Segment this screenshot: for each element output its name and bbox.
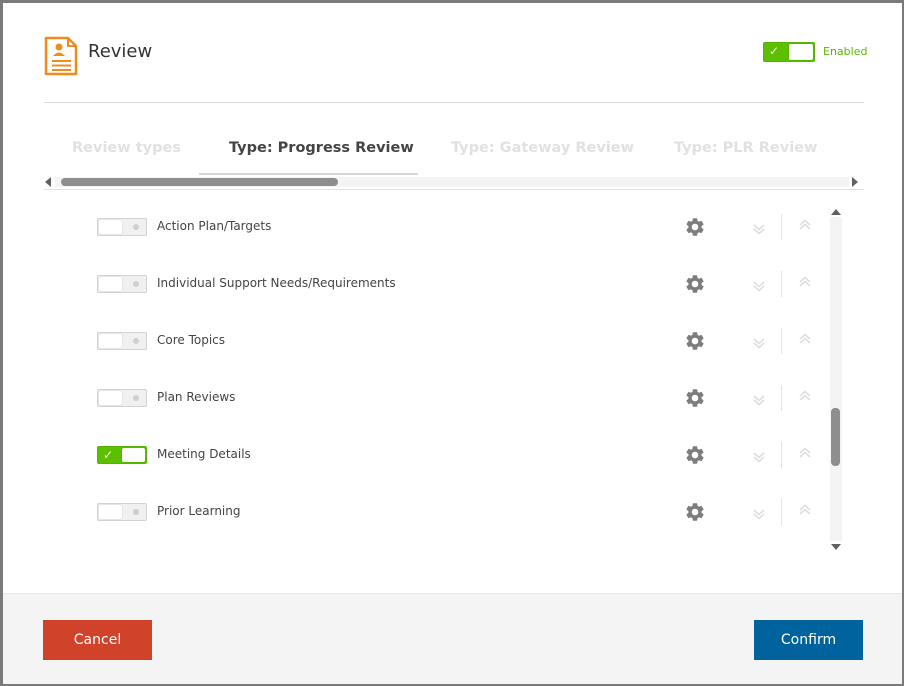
confirm-button[interactable]: Confirm <box>754 620 863 660</box>
list-scrollbar-thumb[interactable] <box>831 408 840 466</box>
scroll-left-icon[interactable] <box>45 177 51 187</box>
tab-review-types[interactable]: Review types <box>72 140 181 156</box>
section-label: Individual Support Needs/Requirements <box>157 276 396 290</box>
active-tab-indicator <box>199 173 418 175</box>
arrow-up-icon[interactable] <box>797 276 813 292</box>
scroll-right-icon[interactable] <box>852 177 858 187</box>
gear-icon[interactable] <box>684 273 706 295</box>
scroll-up-icon[interactable] <box>831 209 841 215</box>
modal-title: Review <box>88 41 153 62</box>
check-icon: ✓ <box>103 448 114 462</box>
enabled-label: Enabled <box>823 45 868 58</box>
section-label: Core Topics <box>157 333 226 347</box>
section-row: Action Plan/Targets <box>3 200 902 257</box>
section-row: Plan Reviews <box>3 371 902 428</box>
check-icon: ✓ <box>769 44 780 58</box>
section-label: Meeting Details <box>157 447 251 461</box>
tab-plr-review[interactable]: Type: PLR Review <box>674 140 817 156</box>
section-label: Plan Reviews <box>157 390 236 404</box>
gear-icon[interactable] <box>684 444 706 466</box>
section-toggle[interactable] <box>97 275 147 293</box>
tab-gateway-review[interactable]: Type: Gateway Review <box>451 140 634 156</box>
arrow-up-icon[interactable] <box>797 390 813 406</box>
section-toggle[interactable]: ✓ <box>97 446 147 464</box>
tab-progress-review[interactable]: Type: Progress Review <box>229 140 414 156</box>
enabled-toggle[interactable]: ✓ <box>763 42 815 62</box>
list-scrollbar-track[interactable] <box>830 217 842 541</box>
gear-icon[interactable] <box>684 216 706 238</box>
section-toggle[interactable] <box>97 332 147 350</box>
section-row: Core Topics <box>3 314 902 371</box>
arrow-down-icon[interactable] <box>751 276 767 292</box>
review-modal: Review ✓ Enabled Review types Type: Prog… <box>3 3 902 684</box>
gear-icon[interactable] <box>684 387 706 409</box>
scroll-down-icon[interactable] <box>831 544 841 550</box>
arrow-down-icon[interactable] <box>751 504 767 520</box>
arrow-down-icon[interactable] <box>751 333 767 349</box>
review-document-icon <box>44 36 78 76</box>
section-label: Prior Learning <box>157 504 241 518</box>
gear-icon[interactable] <box>684 330 706 352</box>
arrow-down-icon[interactable] <box>751 447 767 463</box>
arrow-down-icon[interactable] <box>751 390 767 406</box>
tabs-divider <box>44 189 864 190</box>
section-row: Prior Learning <box>3 485 902 542</box>
section-toggle[interactable] <box>97 218 147 236</box>
arrow-up-icon[interactable] <box>797 333 813 349</box>
gear-icon[interactable] <box>684 501 706 523</box>
section-toggle[interactable] <box>97 389 147 407</box>
section-row: Individual Support Needs/Requirements <box>3 257 902 314</box>
cancel-button[interactable]: Cancel <box>43 620 152 660</box>
section-toggle[interactable] <box>97 503 147 521</box>
section-row: ✓ Meeting Details <box>3 428 902 485</box>
section-label: Action Plan/Targets <box>157 219 272 233</box>
arrow-up-icon[interactable] <box>797 219 813 235</box>
arrow-up-icon[interactable] <box>797 447 813 463</box>
header-divider <box>44 102 864 103</box>
arrow-down-icon[interactable] <box>751 219 767 235</box>
tabs-scrollbar-thumb[interactable] <box>61 178 338 186</box>
modal-footer: Cancel Confirm <box>3 593 902 684</box>
arrow-up-icon[interactable] <box>797 504 813 520</box>
